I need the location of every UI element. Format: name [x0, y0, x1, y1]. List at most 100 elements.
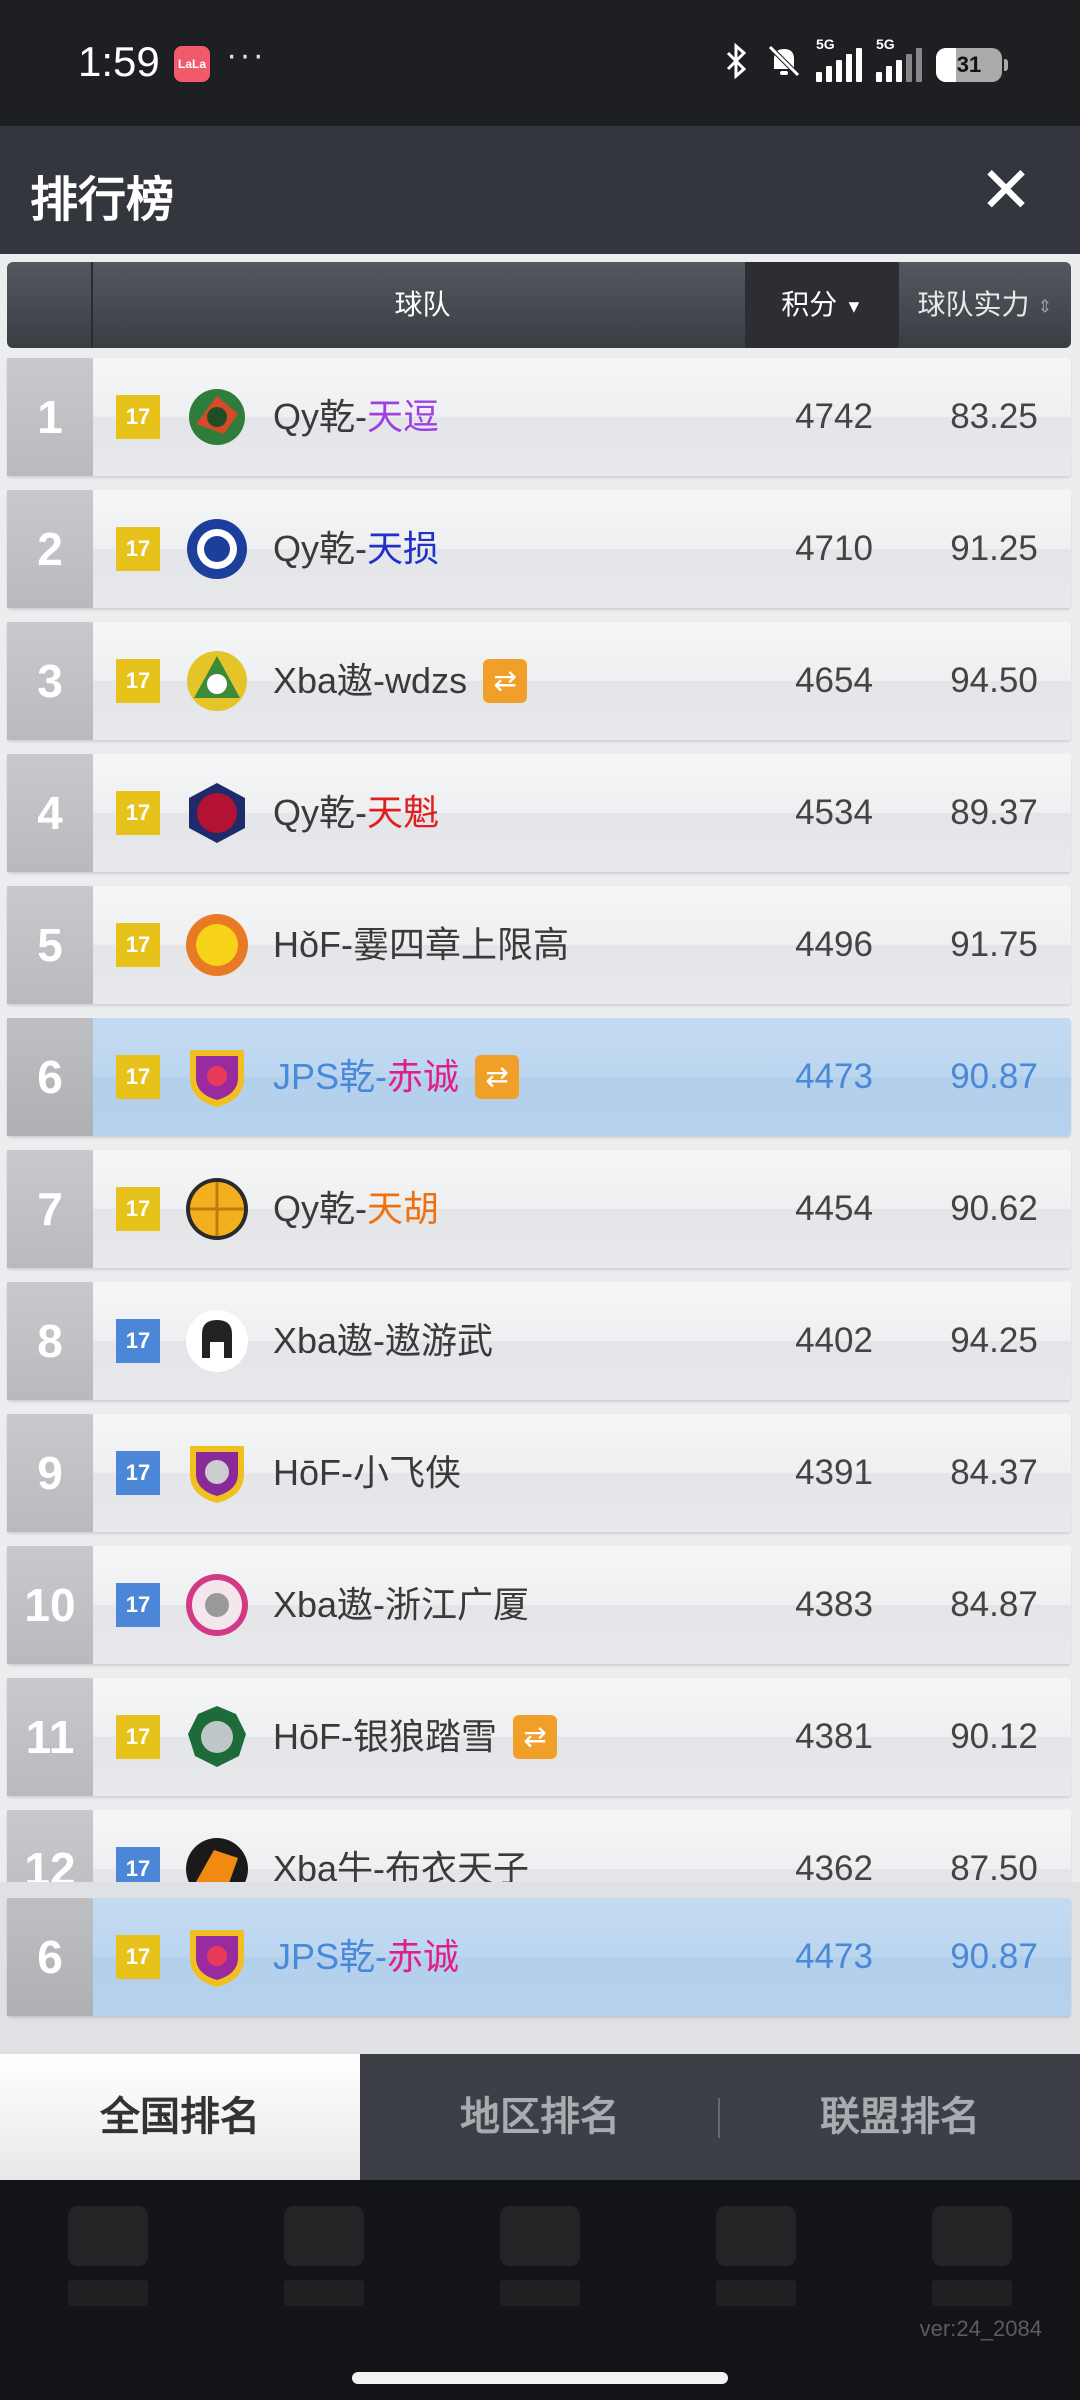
network-type-label: 5G	[816, 36, 835, 52]
team-logo-icon	[184, 1044, 250, 1110]
team-name: Xba牛- 布衣天子	[273, 1810, 529, 1882]
level-badge: 17	[116, 1583, 160, 1627]
team-name-suffix: 赤诚	[387, 1936, 460, 1977]
ranking-row[interactable]: 12 17 Xba牛- 布衣天子 4362 87.50	[7, 1810, 1071, 1882]
score-value: 4654	[795, 661, 873, 700]
score-value: 4534	[795, 793, 873, 832]
power-value: 83.25	[950, 397, 1038, 436]
team-name: HōF- 银狼踏雪 ⇄	[273, 1678, 558, 1796]
dimmed-nav-item	[480, 2206, 600, 2326]
team-logo-icon	[184, 1836, 250, 1882]
team-name: HōF- 小飞侠	[273, 1414, 461, 1532]
power-value: 94.50	[950, 661, 1038, 700]
my-team-row[interactable]: 6 17 JPS乾- 赤诚 4473 90.87	[7, 1898, 1071, 2016]
tab-national-ranking[interactable]: 全国排名	[0, 2054, 360, 2180]
ranking-row[interactable]: 7 17 Qy乾- 天胡 4454 90.62	[7, 1150, 1071, 1268]
power-value: 90.87	[950, 1057, 1038, 1096]
team-name-suffix: 天魁	[367, 792, 440, 833]
team-logo-icon	[184, 780, 250, 846]
team-name: Xba遨- 浙江广厦	[273, 1546, 529, 1664]
dimmed-nav-item	[912, 2206, 1032, 2326]
power-value: 91.25	[950, 529, 1038, 568]
battery-fill	[936, 48, 957, 82]
home-indicator[interactable]	[352, 2372, 728, 2384]
team-name: Xba遨-wdzs ⇄	[273, 622, 528, 740]
ranking-row[interactable]: 1 17 Qy乾- 天逗 4742 83.25	[7, 358, 1071, 476]
status-icons: 5G 5G 31	[722, 36, 1008, 90]
rank-number: 12	[7, 1810, 93, 1882]
team-name: HǒF- 霎四章上限高	[273, 886, 569, 1004]
battery-level: 31	[956, 52, 982, 77]
rank-column-header	[7, 262, 93, 348]
level-badge: 17	[116, 1451, 160, 1495]
team-name: JPS乾- 赤诚	[273, 1898, 459, 2016]
team-name-prefix: Qy乾-	[273, 1188, 367, 1229]
rank-number: 4	[7, 754, 93, 872]
score-value: 4391	[795, 1453, 873, 1492]
power-value: 91.75	[950, 925, 1038, 964]
more-notifications-icon: ···	[226, 36, 266, 74]
version-label: ver:24_2084	[919, 2316, 1042, 2341]
rank-number: 3	[7, 622, 93, 740]
power-value: 90.62	[950, 1189, 1038, 1228]
signal-icon-2: 5G	[876, 36, 922, 82]
team-name-prefix: Xba遨-wdzs	[273, 660, 468, 701]
team-logo-icon	[184, 1308, 250, 1374]
score-value: 4710	[795, 529, 873, 568]
team-name-prefix: HōF-	[273, 1716, 353, 1757]
page-title: 排行榜	[30, 174, 175, 227]
tab-alliance-ranking[interactable]: 联盟排名	[720, 2054, 1080, 2180]
level-badge: 17	[116, 1055, 160, 1099]
level-badge: 17	[116, 923, 160, 967]
team-name-suffix: 天损	[367, 528, 440, 569]
level-badge: 17	[116, 659, 160, 703]
dimmed-nav-item	[48, 2206, 168, 2326]
ranking-row[interactable]: 11 17 HōF- 银狼踏雪 ⇄ 4381 90.12	[7, 1678, 1071, 1796]
tab-regional-ranking[interactable]: 地区排名	[360, 2054, 720, 2180]
team-name-suffix: 遨游武	[385, 1320, 494, 1361]
rank-number: 5	[7, 886, 93, 1004]
team-name-prefix: Qy乾-	[273, 528, 367, 569]
team-name-suffix: 浙江广厦	[385, 1584, 530, 1625]
rank-number: 2	[7, 490, 93, 608]
network-type-label-2: 5G	[876, 36, 895, 52]
team-logo-icon	[184, 1176, 250, 1242]
rank-number: 6	[7, 1898, 93, 2016]
team-logo-icon	[184, 516, 250, 582]
score-value: 4473	[795, 1937, 873, 1976]
team-name: JPS乾- 赤诚 ⇄	[273, 1018, 520, 1136]
ranking-row[interactable]: 2 17 Qy乾- 天损 4710 91.25	[7, 490, 1071, 608]
signal-icon: 5G	[816, 36, 862, 82]
team-name: Qy乾- 天魁	[273, 754, 439, 872]
dimmed-nav-item	[696, 2206, 816, 2326]
close-icon[interactable]: ✕	[968, 152, 1044, 228]
score-value: 4383	[795, 1585, 873, 1624]
team-name-suffix: 银狼踏雪	[353, 1716, 498, 1757]
ranking-row[interactable]: 8 17 Xba遨- 遨游武 4402 94.25	[7, 1282, 1071, 1400]
score-value: 4381	[795, 1717, 873, 1756]
team-name-suffix: 天逗	[367, 396, 440, 437]
ranking-row[interactable]: 3 17 Xba遨-wdzs ⇄ 4654 94.50	[7, 622, 1071, 740]
sort-desc-icon: ▼	[844, 296, 863, 317]
sort-both-icon: ⇕	[1037, 296, 1053, 317]
score-sort-button[interactable]: 积分 ▼	[745, 262, 899, 348]
ranking-row[interactable]: 10 17 Xba遨- 浙江广厦 4383 84.87	[7, 1546, 1071, 1664]
ranking-row[interactable]: 5 17 HǒF- 霎四章上限高 4496 91.75	[7, 886, 1071, 1004]
team-name-prefix: Xba遨-	[273, 1320, 386, 1361]
rank-number: 1	[7, 358, 93, 476]
ranking-row[interactable]: 4 17 Qy乾- 天魁 4534 89.37	[7, 754, 1071, 872]
score-value: 4454	[795, 1189, 873, 1228]
ranking-row[interactable]: 9 17 HōF- 小飞侠 4391 84.37	[7, 1414, 1071, 1532]
status-bar: 1:59 LaLa ··· 5G 5G 31	[0, 0, 1080, 126]
ranking-list[interactable]: 1 17 Qy乾- 天逗 4742 83.25 2 17 Qy乾- 天损 4710 91.25 3 17 X…	[0, 358, 1080, 1882]
my-team-pinned: 6 17 JPS乾- 赤诚 4473 90.87	[0, 1882, 1080, 2054]
team-name-prefix: Qy乾-	[273, 792, 367, 833]
rank-number: 7	[7, 1150, 93, 1268]
team-name: Qy乾- 天损	[273, 490, 439, 608]
team-logo-icon	[184, 912, 250, 978]
power-sort-button[interactable]: 球队实力 ⇕	[899, 262, 1071, 348]
team-name-suffix: 霎四章上限高	[353, 924, 570, 965]
ranking-row[interactable]: 6 17 JPS乾- 赤诚 ⇄ 4473 90.87	[7, 1018, 1071, 1136]
level-badge: 17	[116, 1715, 160, 1759]
team-name-prefix: Qy乾-	[273, 396, 367, 437]
